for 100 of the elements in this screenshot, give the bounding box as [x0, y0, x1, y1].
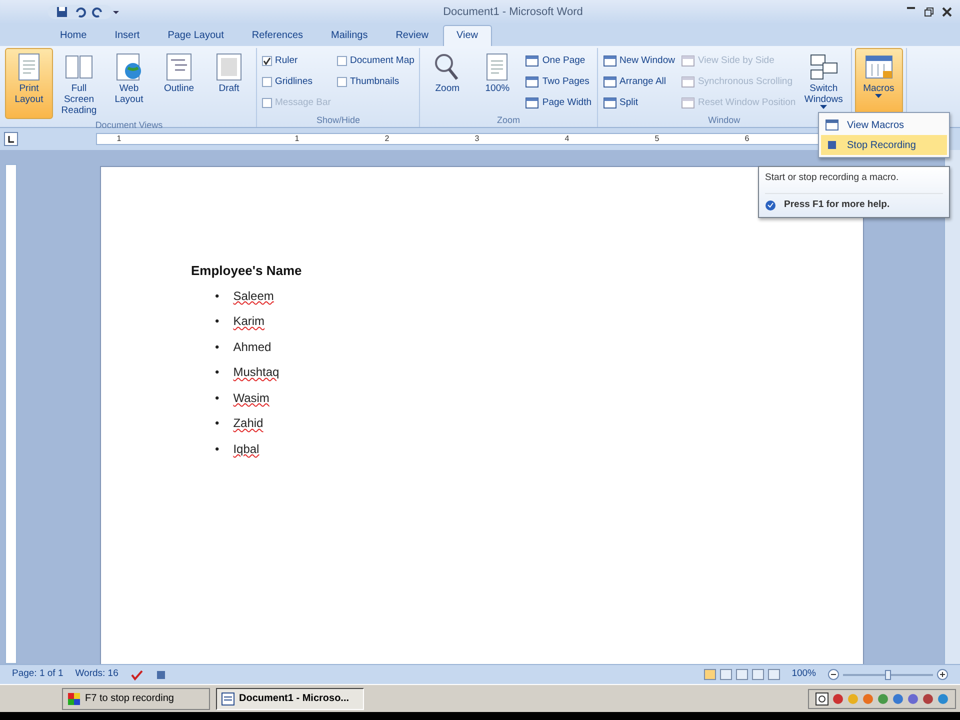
customize-icon	[112, 8, 120, 16]
proofing-icon	[130, 668, 144, 680]
window-icon	[602, 97, 617, 109]
group-label: Document Views	[95, 119, 163, 132]
taskbar-button[interactable]: F7 to stop recording	[62, 688, 210, 710]
list-item: Karim	[233, 314, 265, 330]
ribbon-tab[interactable]: Mailings	[317, 25, 382, 46]
bullet: •	[215, 416, 220, 432]
ribbon-button[interactable]: Full Screen Reading	[55, 48, 103, 119]
ribbon-button[interactable]: Macros	[854, 48, 903, 114]
bullet: •	[215, 314, 220, 330]
ribbon-button[interactable]: Draft	[205, 48, 253, 119]
window-icon	[525, 76, 540, 88]
menu-item[interactable]: View Macros	[821, 115, 947, 135]
ribbon-tab[interactable]: View	[442, 25, 492, 46]
list-item: Saleem	[233, 288, 274, 304]
ribbon-button[interactable]: 100%	[473, 48, 522, 114]
tab-selector-button[interactable]	[4, 132, 18, 146]
window-icon	[602, 55, 617, 67]
bullet: •	[215, 442, 220, 458]
tray-icon	[847, 692, 859, 704]
group-label: Zoom	[496, 114, 520, 127]
ribbon-button[interactable]: Outline	[155, 48, 203, 119]
ribbon-button[interactable]: Two Pages	[523, 72, 594, 92]
window-icon	[680, 76, 695, 88]
ribbon-tab[interactable]: Review	[382, 25, 442, 46]
ribbon-button[interactable]: Switch Windows	[800, 48, 848, 114]
ruler-number: 1	[116, 133, 122, 145]
ribbon-button[interactable]: Split	[600, 93, 677, 113]
page-count: Page: 1 of 1	[12, 667, 64, 682]
checkbox[interactable]: Thumbnails	[334, 72, 416, 92]
outline-icon	[752, 669, 764, 680]
tray-icon	[877, 692, 889, 704]
help-icon	[815, 692, 829, 706]
zoom-out-icon	[828, 669, 839, 680]
grid-icon	[67, 692, 81, 706]
group-label: Window	[708, 114, 740, 127]
ribbon-button[interactable]: New Window	[600, 51, 677, 71]
ribbon-button[interactable]: Print Layout	[5, 48, 53, 119]
bullet: •	[215, 288, 220, 304]
ribbon-tab[interactable]: Home	[46, 25, 101, 46]
help-icon	[765, 200, 776, 211]
list-item: Wasim	[233, 390, 270, 406]
tray-icon	[832, 692, 844, 704]
window-icon	[525, 97, 540, 109]
check-icon	[263, 57, 271, 65]
print-layout-icon	[704, 669, 716, 680]
ruler-number: 2	[384, 133, 390, 145]
taskbar-button[interactable]: Document1 - Microso...	[216, 688, 364, 710]
slider-thumb[interactable]	[885, 670, 891, 680]
window-icon	[680, 97, 695, 109]
menu-item[interactable]: Stop Recording	[821, 135, 947, 155]
tray-icon	[907, 692, 919, 704]
tray-icon	[862, 692, 874, 704]
ribbon-button[interactable]: Web Layout	[105, 48, 153, 119]
ribbon-tab[interactable]: Page Layout	[154, 25, 238, 46]
tray-icon	[892, 692, 904, 704]
restore-icon	[924, 7, 934, 17]
close-icon	[942, 7, 952, 17]
bullet: •	[215, 390, 220, 406]
heading: Employee's Name	[191, 262, 302, 280]
tray-icon	[937, 692, 949, 704]
word-count: Words: 16	[75, 667, 118, 682]
minimize-icon	[906, 7, 916, 9]
ruler-number: 3	[474, 133, 480, 145]
list-item: Ahmed	[233, 340, 272, 356]
list-item: Iqbal	[233, 442, 260, 458]
list-item: Mushtaq	[233, 365, 280, 381]
ruler-number: 5	[654, 133, 660, 145]
undo-icon	[74, 6, 86, 18]
zoom-level: 100%	[792, 667, 816, 682]
scrollbar[interactable]	[944, 150, 960, 664]
ribbon-button[interactable]: Arrange All	[600, 72, 677, 92]
window-icon	[602, 76, 617, 88]
ribbon-button[interactable]: One Page	[523, 51, 594, 71]
ruler-number: 6	[744, 133, 750, 145]
checkbox[interactable]: Document Map	[334, 51, 416, 71]
web-layout-icon	[736, 669, 748, 680]
ribbon-tab[interactable]: Insert	[100, 25, 154, 46]
macro-record-icon	[156, 670, 166, 680]
group-label: Show/Hide	[316, 114, 360, 127]
help-text: Press F1 for more help.	[784, 198, 890, 212]
draft-icon	[768, 669, 780, 680]
ruler-number: 1	[294, 133, 300, 145]
redo-icon	[92, 6, 104, 18]
window-title: Document1 - Microsoft Word	[442, 4, 584, 20]
checkbox[interactable]: Ruler	[260, 51, 333, 71]
ribbon-button[interactable]: Zoom	[423, 48, 472, 114]
window-icon	[680, 55, 695, 67]
window-icon	[525, 55, 540, 67]
tooltip-text: Start or stop recording a macro.	[765, 171, 943, 194]
bullet: •	[215, 365, 220, 381]
reading-icon	[720, 669, 732, 680]
checkbox[interactable]: Gridlines	[260, 72, 333, 92]
ruler-number: 4	[564, 133, 570, 145]
save-icon	[56, 6, 68, 18]
ribbon-button[interactable]: Page Width	[523, 93, 594, 113]
ribbon-tab[interactable]: References	[238, 25, 318, 46]
tray-icon	[922, 692, 934, 704]
record-icon	[825, 139, 839, 151]
